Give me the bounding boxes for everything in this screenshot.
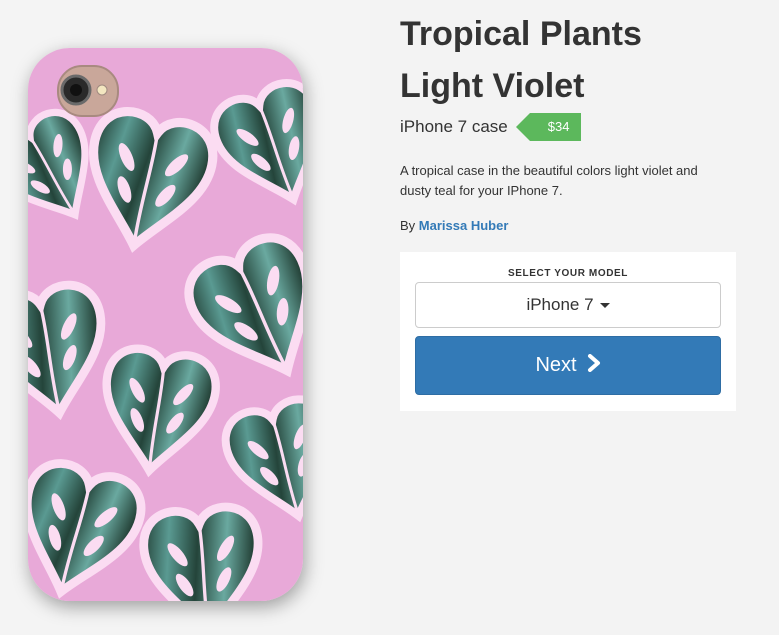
product-title-line-2: Light Violet [400, 67, 585, 105]
author-byline: By Marissa Huber [400, 218, 740, 233]
product-subtitle-row: iPhone 7 case $34 [400, 112, 740, 142]
select-model-label: SELECT YOUR MODEL [507, 268, 629, 279]
next-button-label: Next [535, 354, 577, 376]
phone-case-image [28, 48, 303, 601]
case-type-label: iPhone 7 case [400, 117, 508, 136]
author-link[interactable]: Marissa Huber [419, 218, 509, 233]
product-description: A tropical case in the beautiful colors … [400, 163, 698, 198]
chevron-right-icon [587, 353, 601, 378]
product-image-area [0, 0, 370, 635]
model-dropdown-value: iPhone 7 [526, 295, 594, 314]
next-button[interactable]: Next [415, 336, 721, 395]
product-title-line-1: Tropical Plants [400, 15, 642, 53]
model-dropdown[interactable]: iPhone 7 [415, 282, 721, 328]
model-selector-panel: SELECT YOUR MODEL iPhone 7 Next [400, 252, 736, 411]
caret-down-icon [599, 302, 610, 308]
product-title: Tropical Plants Light Violet [400, 8, 740, 112]
by-label: By [400, 218, 416, 233]
product-details: Tropical Plants Light Violet iPhone 7 ca… [400, 0, 740, 233]
price-tag: $34 [515, 113, 582, 141]
